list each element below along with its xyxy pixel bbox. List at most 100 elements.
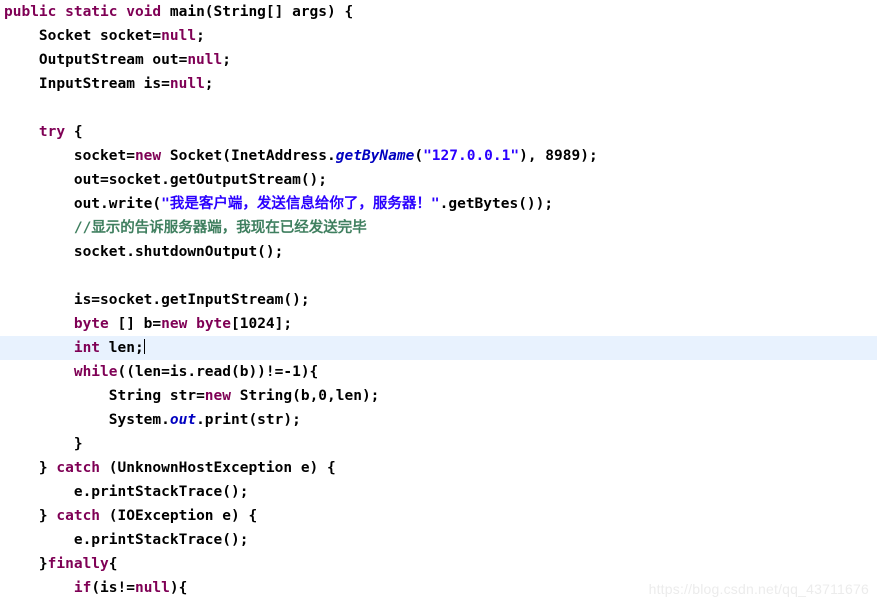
code-token-plain: ;: [222, 52, 231, 68]
code-token-kw: int: [73, 340, 101, 356]
code-token-kw: null: [161, 28, 197, 44]
code-token-kw: new: [134, 148, 162, 164]
code-token-plain: .getBytes());: [439, 196, 554, 212]
code-token-plain: (UnknownHostException e) {: [100, 460, 336, 476]
code-token-kw: null: [134, 580, 170, 596]
code-line[interactable]: public static void main(String[] args) {: [0, 0, 877, 24]
code-line[interactable]: System.out.print(str);: [0, 408, 877, 432]
code-token-plain: }: [73, 436, 83, 452]
code-token-stat: getByName: [335, 148, 415, 164]
code-line[interactable]: while((len=is.read(b))!=-1){: [0, 360, 877, 384]
code-token-str: ": [161, 196, 170, 212]
code-text-area[interactable]: public static void main(String[] args) {…: [0, 0, 877, 605]
code-line[interactable]: byte [] b=new byte[1024];: [0, 312, 877, 336]
code-token-stat: out: [169, 412, 197, 428]
code-line[interactable]: } catch (IOException e) {: [0, 504, 877, 528]
code-token-plain: {: [65, 124, 83, 140]
code-token-plain: InputStream is=: [38, 76, 170, 92]
code-token-plain: Socket(InetAddress.: [161, 148, 336, 164]
code-line[interactable]: //显示的告诉服务器端，我现在已经发送完毕: [0, 216, 877, 240]
code-token-kw: while: [73, 364, 118, 380]
code-token-kw: new: [204, 388, 231, 404]
code-token-kw: catch: [56, 460, 101, 476]
code-token-kw: null: [169, 76, 205, 92]
code-token-cmt: 显示的告诉服务器端，我现在已经发送完毕: [91, 220, 367, 236]
code-token-plain: Socket socket=: [38, 28, 162, 44]
code-line[interactable]: e.printStackTrace();: [0, 528, 877, 552]
code-line[interactable]: InputStream is=null;: [0, 72, 877, 96]
code-token-str: ": [430, 196, 440, 212]
code-token-plain: (: [414, 148, 424, 164]
code-line[interactable]: try {: [0, 120, 877, 144]
code-token-plain: [] b=: [108, 316, 162, 332]
code-line[interactable]: }finally{: [0, 552, 877, 576]
text-caret: [143, 339, 145, 354]
code-line[interactable]: }: [0, 432, 877, 456]
code-token-plain: }: [38, 556, 48, 572]
code-line[interactable]: String str=new String(b,0,len);: [0, 384, 877, 408]
code-line[interactable]: socket=new Socket(InetAddress.getByName(…: [0, 144, 877, 168]
code-line[interactable]: e.printStackTrace();: [0, 480, 877, 504]
code-token-plain: System.: [108, 412, 170, 428]
code-token-kw: finally: [47, 556, 109, 572]
code-line[interactable]: Socket socket=null;: [0, 24, 877, 48]
code-token-plain: {: [108, 556, 118, 572]
code-token-plain: .print(str);: [196, 412, 301, 428]
code-token-plain: e.printStackTrace();: [73, 484, 249, 500]
code-token-plain: main(String[] args) {: [169, 4, 354, 20]
code-token-plain: ;: [204, 76, 214, 92]
code-token-plain: len;: [100, 340, 144, 356]
code-line[interactable]: [0, 96, 877, 120]
code-token-plain: String str=: [108, 388, 205, 404]
code-token-kw: byte: [73, 316, 109, 332]
code-token-kw: try: [38, 124, 66, 140]
code-line[interactable]: out=socket.getOutputStream();: [0, 168, 877, 192]
code-token-plain: [1024];: [231, 316, 293, 332]
code-token-plain: ){: [169, 580, 188, 596]
code-token-plain: OutputStream out=: [38, 52, 188, 68]
code-token-plain: is=socket.getInputStream();: [73, 292, 310, 308]
code-token-cmt: //: [73, 220, 92, 236]
code-line-current[interactable]: int len;: [0, 336, 877, 360]
code-token-plain: socket=: [73, 148, 135, 164]
code-token-kw: catch: [56, 508, 101, 524]
code-line[interactable]: is=socket.getInputStream();: [0, 288, 877, 312]
code-token-plain: e.printStackTrace();: [73, 532, 249, 548]
code-line[interactable]: [0, 264, 877, 288]
code-line[interactable]: out.write("我是客户端，发送信息给你了，服务器！".getBytes(…: [0, 192, 877, 216]
code-token-plain: ;: [196, 28, 205, 44]
code-line[interactable]: socket.shutdownOutput();: [0, 240, 877, 264]
code-line[interactable]: OutputStream out=null;: [0, 48, 877, 72]
code-token-plain: (IOException e) {: [100, 508, 258, 524]
code-token-plain: }: [38, 460, 57, 476]
code-token-plain: socket.shutdownOutput();: [73, 244, 284, 260]
code-token-plain: String(b,0,len);: [231, 388, 380, 404]
code-token-plain: ((len=is.read(b))!=-1){: [117, 364, 319, 380]
code-token-plain: out.write(: [73, 196, 162, 212]
code-editor[interactable]: public static void main(String[] args) {…: [0, 0, 877, 605]
code-token-plain: (is!=: [91, 580, 135, 596]
code-token-plain: out=socket.getOutputStream();: [73, 172, 328, 188]
code-line[interactable]: } catch (UnknownHostException e) {: [0, 456, 877, 480]
code-token-str: "127.0.0.1": [423, 148, 520, 164]
